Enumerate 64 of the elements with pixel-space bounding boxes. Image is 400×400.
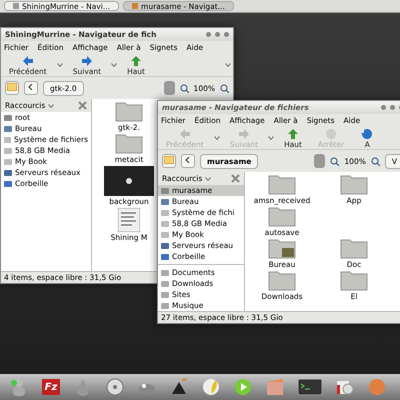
forward-icon: [236, 128, 251, 140]
edit-location-button[interactable]: [5, 81, 19, 95]
folder-icon: [340, 239, 368, 259]
ink-pen-icon[interactable]: [170, 378, 188, 396]
up-icon: [129, 55, 144, 67]
back-arrow-button[interactable]: [181, 154, 195, 168]
caret-icon[interactable]: [111, 63, 118, 67]
network-icon: [161, 242, 169, 249]
scroll-handle: [164, 81, 175, 95]
network-icon: [4, 169, 12, 176]
folder-icon: [268, 207, 296, 227]
close-icon[interactable]: [78, 101, 87, 110]
zoom-in-icon[interactable]: [220, 84, 229, 92]
trash-icon: [161, 253, 169, 260]
note-icon: [7, 83, 17, 91]
calendar-icon[interactable]: [266, 378, 284, 396]
maximize-button[interactable]: [390, 105, 395, 110]
chevron-left-icon: [28, 84, 34, 90]
folder-icon: [268, 271, 296, 291]
zoom-out-icon[interactable]: [330, 156, 340, 166]
minimize-button[interactable]: [206, 32, 211, 37]
minimize-button[interactable]: [381, 105, 386, 110]
feather-icon[interactable]: [202, 378, 220, 396]
zoom-in-icon[interactable]: [370, 156, 380, 166]
back-icon: [20, 55, 35, 67]
image-thumbnail: [104, 166, 154, 196]
caret-icon[interactable]: [205, 176, 212, 180]
people-icon[interactable]: [10, 378, 28, 396]
note-icon: [164, 156, 174, 164]
desktop-icon: [4, 125, 12, 132]
folder-icon: [115, 102, 143, 122]
orb-icon[interactable]: [368, 378, 386, 396]
play-icon[interactable]: [234, 378, 252, 396]
disc-icon[interactable]: [336, 378, 354, 396]
desktop-folder-icon: [268, 239, 296, 259]
up-icon: [286, 128, 300, 140]
maximize-button[interactable]: [215, 32, 220, 37]
caret-icon[interactable]: [56, 63, 63, 67]
home-folder-icon: [161, 187, 169, 194]
reload-icon: [360, 128, 374, 140]
close-icon[interactable]: [231, 174, 240, 183]
forward-icon: [80, 55, 94, 67]
trash-icon: [4, 180, 12, 187]
chevron-left-icon: [185, 157, 191, 163]
caret-icon[interactable]: [48, 104, 54, 108]
document-icon: [118, 208, 140, 232]
folder-icon: [340, 271, 368, 291]
drop-icon[interactable]: [74, 378, 92, 396]
back-arrow-button[interactable]: [24, 81, 38, 95]
folder-icon: [115, 134, 143, 154]
stop-icon: [324, 128, 338, 140]
folder-icon: [340, 175, 368, 195]
zoom-out-icon[interactable]: [180, 84, 189, 92]
desktop-icon: [161, 198, 169, 205]
folder-icon: [268, 175, 296, 195]
scroll-handle: [314, 154, 326, 168]
ftp-app-icon[interactable]: Fz: [42, 379, 60, 395]
home-folder-icon: [4, 114, 12, 121]
close-button[interactable]: [224, 32, 229, 37]
edit-location-button[interactable]: [162, 154, 176, 168]
back-icon: [178, 128, 192, 140]
film-reel-icon[interactable]: [106, 378, 124, 396]
terminal-icon[interactable]: [298, 379, 322, 395]
caret-icon[interactable]: [225, 63, 231, 67]
